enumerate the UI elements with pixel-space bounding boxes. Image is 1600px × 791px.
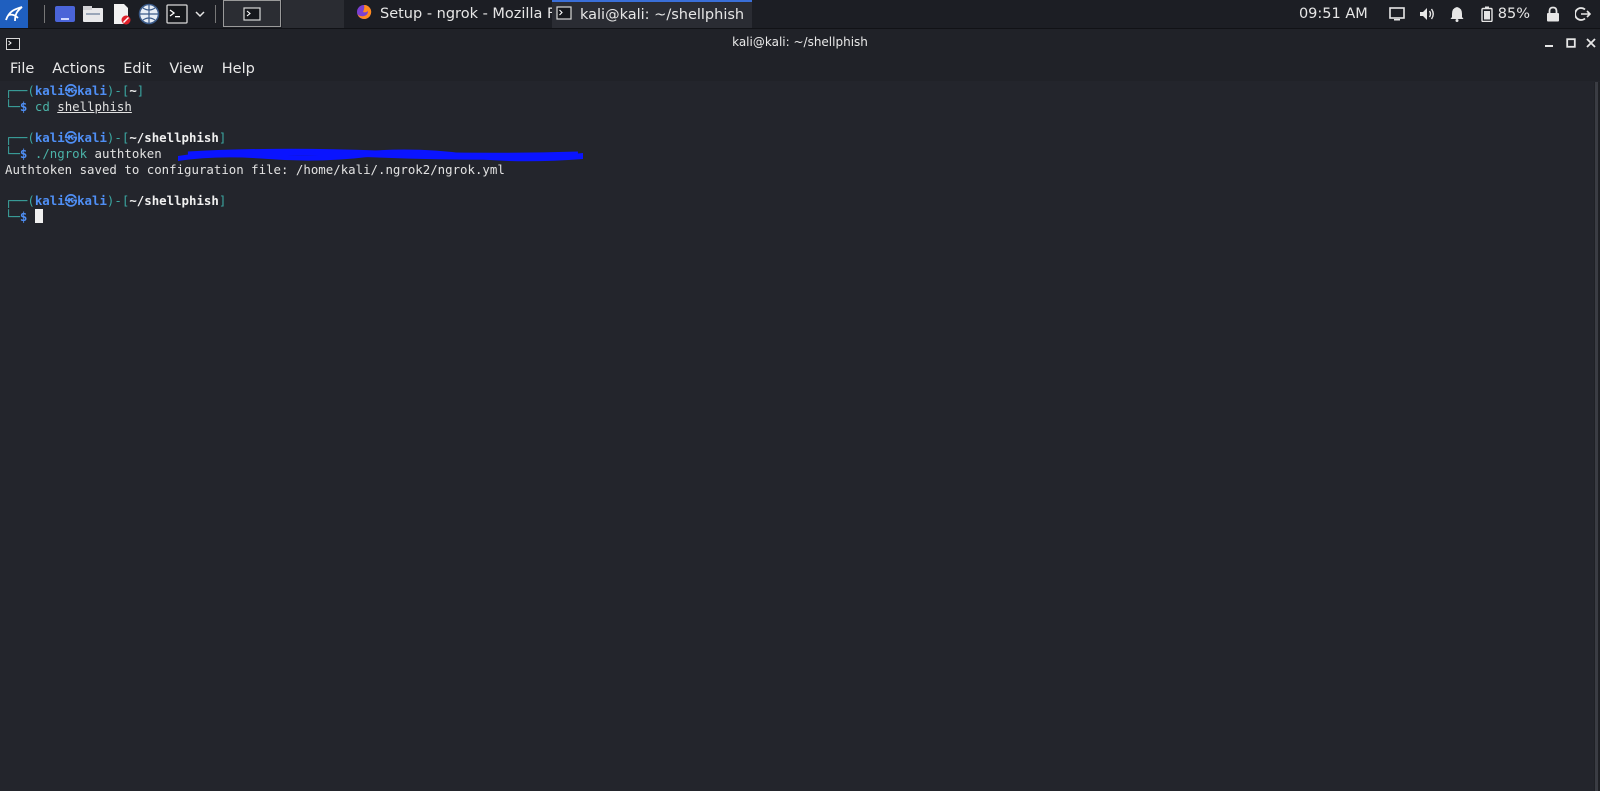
prompt-line: ┌──(kali㉿kali)-[~] (5, 83, 145, 98)
menu-help[interactable]: Help (212, 61, 263, 77)
terminal-scrollbar[interactable] (1594, 82, 1600, 791)
prompt-line: ┌──(kali㉿kali)-[~/shellphish] (5, 130, 227, 145)
prompt-line: ┌──(kali㉿kali)-[~/shellphish] (5, 193, 227, 208)
chevron-down-icon[interactable] (194, 3, 206, 25)
web-browser-icon[interactable] (138, 3, 160, 25)
menu-file[interactable]: File (0, 61, 42, 77)
minimize-button[interactable] (1540, 34, 1558, 52)
terminal-launcher-icon[interactable] (166, 3, 188, 25)
terminal-output[interactable]: ┌──(kali㉿kali)-[~] └─$ cd shellphish ┌──… (0, 82, 1594, 791)
volume-icon[interactable] (1418, 5, 1436, 23)
scrollbar-thumb[interactable] (1595, 82, 1598, 791)
maximize-button[interactable] (1562, 34, 1580, 52)
kali-menu-icon[interactable] (0, 0, 28, 28)
bell-icon[interactable] (1448, 5, 1466, 23)
logout-icon[interactable] (1574, 5, 1592, 23)
terminal-icon (556, 6, 572, 24)
command-line: └─$ ./ngrok authtoken (5, 146, 162, 161)
text-editor-icon[interactable] (110, 3, 132, 25)
command-line: └─$ cd shellphish (5, 99, 132, 114)
taskbar-item-label: Setup - ngrok - Mozilla F... (380, 6, 552, 22)
menu-view[interactable]: View (159, 61, 211, 77)
workspace-2-button[interactable] (282, 0, 344, 28)
lock-icon[interactable] (1544, 5, 1562, 23)
battery-icon[interactable] (1478, 5, 1496, 23)
show-desktop-icon[interactable] (54, 3, 76, 25)
redaction-scribble (178, 148, 583, 162)
system-tray: 09:51 AM 85% (1299, 0, 1600, 28)
clock[interactable]: 09:51 AM (1299, 6, 1368, 22)
taskbar-item-firefox[interactable]: Setup - ngrok - Mozilla F... (352, 0, 552, 28)
panel-separator (215, 5, 216, 23)
menubar: File Actions Edit View Help (0, 57, 1600, 81)
top-panel: Setup - ngrok - Mozilla F... kali@kali: … (0, 0, 1600, 29)
text-cursor (34, 209, 43, 223)
menu-actions[interactable]: Actions (42, 61, 113, 77)
window-title: kali@kali: ~/shellphish (732, 35, 868, 49)
window-titlebar[interactable]: kali@kali: ~/shellphish (0, 29, 1600, 57)
battery-percent: 85% (1497, 6, 1530, 22)
firefox-icon (356, 4, 372, 24)
command-line: └─$ (5, 209, 43, 225)
taskbar-item-terminal[interactable]: kali@kali: ~/shellphish (552, 0, 752, 28)
menu-edit[interactable]: Edit (113, 61, 159, 77)
display-icon[interactable] (1388, 5, 1406, 23)
panel-launchers (0, 0, 222, 28)
file-manager-icon[interactable] (82, 3, 104, 25)
close-button[interactable] (1582, 34, 1600, 52)
workspace-1-button[interactable] (223, 0, 281, 27)
panel-separator (44, 5, 45, 23)
taskbar-item-label: kali@kali: ~/shellphish (580, 7, 745, 23)
